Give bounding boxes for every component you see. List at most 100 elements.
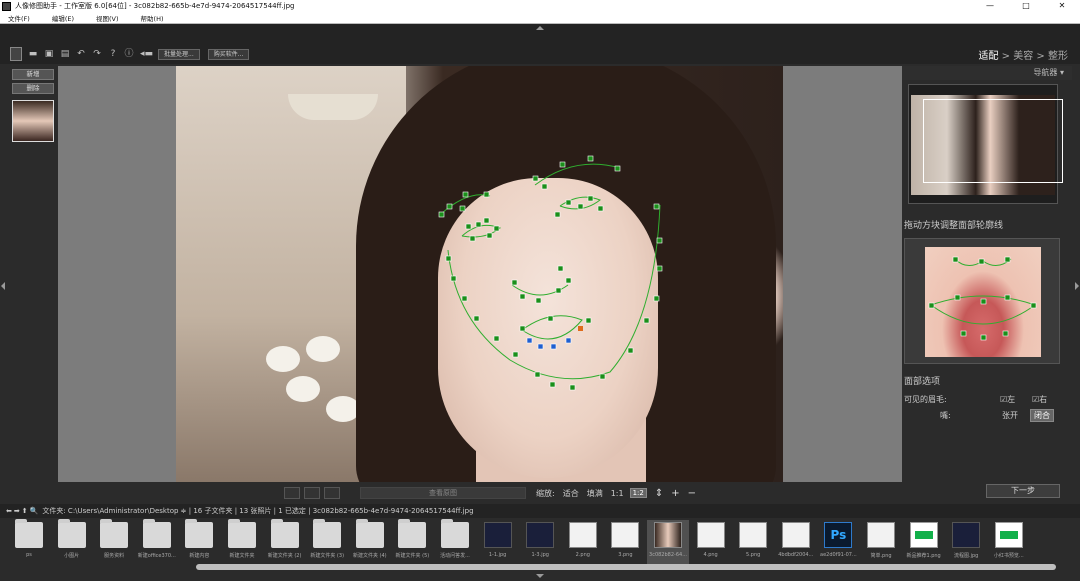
filmstrip-scrollbar[interactable] [196, 564, 1056, 570]
mouth-row: 嘴: 张开 闭合 [904, 409, 1064, 422]
detail-handle [954, 294, 961, 301]
contour-handle [627, 347, 634, 354]
contour-handle [614, 165, 621, 172]
folder-item[interactable]: 新建文件夹 (4) [349, 519, 391, 566]
navigator-viewport[interactable] [923, 99, 1063, 183]
file-item[interactable]: 1-3.jpg [519, 520, 561, 566]
folder-path-bar: ⬅ ➡ ⬆ 🔍 文件夹: C:\Users\Administrator\Desk… [0, 504, 1080, 518]
zoom-fit[interactable]: 适合 [563, 488, 579, 499]
lip-handle [565, 337, 572, 344]
contour-handle [461, 295, 468, 302]
right-panel: 导航器 ▾ 拖动方块调整面部轮廓线 面部选项 可见的眉毛: ☑左 ☑右 嘴: 张… [902, 66, 1072, 504]
back-arrow-icon[interactable]: ⬅ [6, 507, 12, 515]
file-item[interactable]: 流程图.jpg [945, 520, 987, 566]
image-thumbnail-icon [994, 522, 1023, 548]
file-item[interactable]: 4.png [690, 520, 732, 566]
contour-handle [569, 384, 576, 391]
contour-handle [555, 287, 562, 294]
contour-handle [534, 371, 541, 378]
file-item[interactable]: 新品推荐1.png [903, 520, 945, 566]
contour-handle [541, 183, 548, 190]
contour-handle [483, 191, 490, 198]
image-thumbnail-icon: Ps [824, 522, 853, 548]
contour-handle [483, 217, 490, 224]
collapse-bottom-arrow-icon[interactable] [536, 574, 544, 578]
file-name-label: 新建文件夹 (2) [267, 553, 302, 559]
contour-handle [445, 255, 452, 262]
search-icon[interactable]: 🔍 [30, 507, 39, 515]
file-item[interactable]: 5.png [732, 520, 774, 566]
contour-handle [577, 203, 584, 210]
file-name-label: 5.png [746, 552, 761, 558]
file-name-label: 新建内容 [189, 553, 210, 559]
contour-handle [465, 223, 472, 230]
file-item[interactable]: 2.png [562, 520, 604, 566]
file-name-label: 3.png [618, 552, 633, 558]
contour-handle [475, 221, 482, 228]
file-name-label: 新建文件夹 (3) [310, 553, 345, 559]
contour-handle [469, 235, 476, 242]
next-step-button[interactable]: 下一步 [986, 484, 1060, 498]
file-item[interactable]: 3.png [604, 520, 646, 566]
file-item[interactable]: 3c082b82-64... [647, 520, 689, 566]
image-thumbnail-icon [781, 522, 810, 548]
folder-icon [15, 519, 43, 548]
contour-handle [486, 232, 493, 239]
folder-item[interactable]: 新建内容 [178, 519, 220, 566]
file-name-label: 新建文件夹 [229, 553, 255, 559]
view-split-icon[interactable] [304, 487, 320, 499]
view-compare-icon[interactable] [324, 487, 340, 499]
folder-item[interactable]: 新建文件夹 (2) [264, 519, 306, 566]
navigator-header[interactable]: 导航器 ▾ [902, 66, 1072, 80]
zoom-fill[interactable]: 填满 [587, 488, 603, 499]
zoom-in-button[interactable]: + [671, 488, 679, 499]
zoom-1-2[interactable]: 1:2 [629, 488, 647, 498]
folder-icon [355, 519, 384, 548]
image-thumbnail-icon [526, 522, 555, 548]
mouth-open-option[interactable]: 张开 [1002, 410, 1018, 421]
zoom-out-button[interactable]: − [688, 488, 696, 499]
file-item[interactable]: Ps ae2d0f91-07... [817, 520, 859, 566]
file-item[interactable]: 简单.png [860, 520, 902, 566]
detail-handle [1002, 330, 1009, 337]
brow-right-checkbox[interactable]: ☑右 [1032, 394, 1047, 405]
view-original-button[interactable]: 查看原图 [360, 487, 526, 499]
folder-icon [441, 519, 469, 548]
detail-contour-overlay[interactable] [905, 239, 1061, 365]
forward-arrow-icon[interactable]: ➡ [14, 507, 20, 515]
folder-item[interactable]: ps [8, 519, 50, 566]
folder-icon [313, 519, 342, 548]
folder-item[interactable]: 活动问答发... [434, 519, 476, 566]
file-item[interactable]: 1-1.jpg [477, 520, 519, 566]
contour-handle [446, 203, 453, 210]
folder-item[interactable]: 新建文件夹 (3) [306, 519, 348, 566]
file-name-label: 1-1.jpg [488, 552, 507, 558]
contour-handle [585, 317, 592, 324]
folder-item[interactable]: 服务资料 [93, 519, 135, 566]
zoom-stepper-icon[interactable]: ⇕ [655, 488, 663, 499]
file-item[interactable]: 4bdbdf2004... [775, 520, 817, 566]
mouth-closed-option[interactable]: 闭合 [1030, 409, 1054, 422]
image-thumbnail-icon [739, 522, 768, 548]
brow-right-line [534, 163, 621, 186]
brow-left-checkbox[interactable]: ☑左 [1000, 394, 1015, 405]
image-thumbnail-icon [611, 522, 640, 548]
folder-item[interactable]: 新建office370... [136, 519, 178, 566]
file-item[interactable]: 小红书预览... [988, 520, 1030, 566]
contour-handle [656, 237, 663, 244]
image-thumbnail-icon [654, 522, 682, 548]
folder-icon [185, 519, 214, 548]
folder-item[interactable]: 新建文件夹 [221, 519, 263, 566]
zoom-1-1[interactable]: 1:1 [611, 489, 624, 498]
up-arrow-icon[interactable]: ⬆ [22, 507, 28, 515]
view-single-icon[interactable] [284, 487, 300, 499]
navigator-preview[interactable] [908, 84, 1063, 204]
contour-handle [559, 161, 566, 168]
folder-item[interactable]: 新建文件夹 (5) [391, 519, 433, 566]
lip-handles [526, 337, 572, 350]
detail-handle [1004, 256, 1011, 263]
contour-handle [450, 275, 457, 282]
face-options-title: 面部选项 [904, 377, 941, 387]
zoom-label: 缩放: [536, 488, 555, 498]
folder-item[interactable]: 小图片 [51, 519, 93, 566]
